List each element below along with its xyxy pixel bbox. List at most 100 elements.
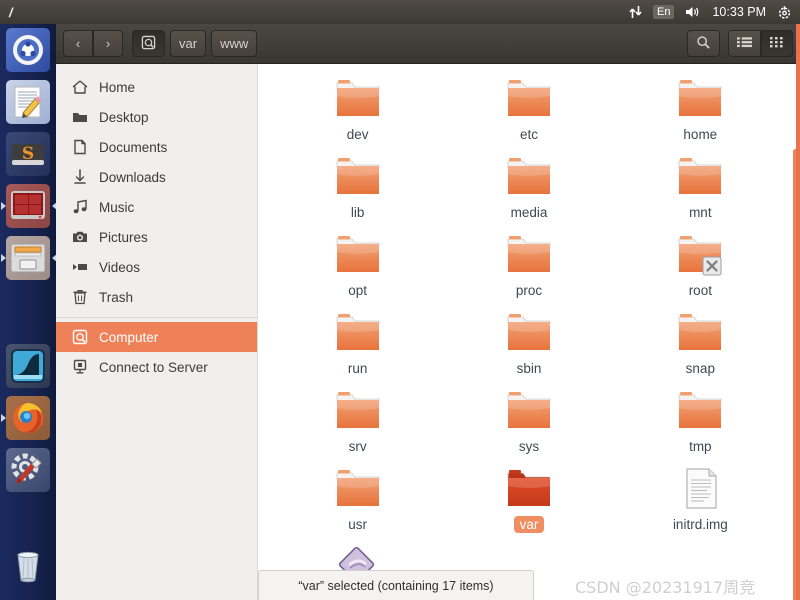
- file-item[interactable]: initrd.img: [615, 462, 786, 533]
- view-toggle-group: [728, 30, 793, 57]
- panel-indicators: En 10:33 PM: [629, 5, 800, 20]
- file-grid: dev etc home lib media mnt opt proc root…: [258, 64, 800, 596]
- launcher-item-text-editor[interactable]: [6, 80, 50, 124]
- grid-view-icon: [770, 36, 784, 51]
- keyboard-layout-indicator[interactable]: En: [653, 5, 675, 19]
- file-label: dev: [346, 127, 369, 142]
- file-label: sbin: [516, 361, 542, 376]
- file-item[interactable]: run: [272, 306, 443, 377]
- search-button[interactable]: [687, 30, 720, 57]
- folder-icon: [505, 466, 553, 511]
- sidebar-item-desktop[interactable]: Desktop: [56, 102, 257, 132]
- top-panel: / En 10:33 PM: [0, 0, 800, 24]
- network-updown-icon[interactable]: [629, 5, 642, 19]
- file-item[interactable]: snap: [615, 306, 786, 377]
- file-item[interactable]: proc: [443, 228, 614, 299]
- launcher-item-ubuntu-dash[interactable]: [6, 28, 50, 72]
- folder-icon: [505, 310, 553, 355]
- server-icon: [71, 359, 88, 376]
- file-label: media: [510, 205, 548, 220]
- list-view-icon: [737, 36, 752, 51]
- sidebar-item-label: Pictures: [99, 229, 148, 245]
- file-item[interactable]: srv: [272, 384, 443, 455]
- breadcrumb-www-button[interactable]: www: [211, 30, 258, 57]
- folder-icon: [334, 76, 382, 121]
- file-item[interactable]: sys: [443, 384, 614, 455]
- launcher-item-file-manager[interactable]: [6, 236, 50, 280]
- file-item[interactable]: sbin: [443, 306, 614, 377]
- sidebar-item-label: Music: [99, 199, 135, 215]
- launcher-item-sublime-text[interactable]: S: [6, 132, 50, 176]
- watermark: CSDN @20231917周竞: [575, 578, 756, 597]
- breadcrumb-var-button[interactable]: var: [170, 30, 207, 57]
- status-bar: “var” selected (containing 17 items): [258, 570, 534, 600]
- file-item[interactable]: mnt: [615, 150, 786, 221]
- folder-icon: [334, 154, 382, 199]
- panel-title: /: [9, 4, 14, 20]
- sidebar-item-trash[interactable]: Trash: [56, 282, 257, 312]
- status-text: “var” selected (containing 17 items): [298, 578, 494, 593]
- folder-icon: [676, 232, 724, 277]
- launcher-item-terminal-app[interactable]: [6, 184, 50, 228]
- file-manager-toolbar: ‹ › var www: [56, 24, 800, 64]
- file-item[interactable]: usr: [272, 462, 443, 533]
- folder-icon: [676, 76, 724, 121]
- launcher-item-system-settings[interactable]: [6, 448, 50, 492]
- launcher-item-wireshark[interactable]: [6, 344, 50, 388]
- sidebar-item-music[interactable]: Music: [56, 192, 257, 222]
- folder-icon: [334, 466, 382, 511]
- download-icon: [71, 169, 88, 186]
- file-list-view[interactable]: dev etc home lib media mnt opt proc root…: [258, 64, 800, 600]
- list-view-button[interactable]: [728, 30, 761, 57]
- file-label: proc: [515, 283, 543, 298]
- document-icon: [676, 466, 724, 511]
- breadcrumb-computer-button[interactable]: [132, 30, 165, 57]
- sidebar-item-label: Trash: [99, 289, 134, 305]
- folder-icon: [334, 310, 382, 355]
- file-item[interactable]: var: [443, 462, 614, 533]
- folder-icon: [334, 232, 382, 277]
- computer-icon: [71, 329, 88, 346]
- file-item[interactable]: media: [443, 150, 614, 221]
- forward-button[interactable]: ›: [93, 30, 123, 57]
- file-item[interactable]: opt: [272, 228, 443, 299]
- gear-icon[interactable]: [777, 5, 792, 20]
- file-item[interactable]: etc: [443, 72, 614, 143]
- back-button[interactable]: ‹: [63, 30, 93, 57]
- sidebar-item-downloads[interactable]: Downloads: [56, 162, 257, 192]
- sidebar-item-label: Downloads: [99, 169, 166, 185]
- folder-icon: [676, 310, 724, 355]
- document-icon: [71, 139, 88, 156]
- file-item[interactable]: tmp: [615, 384, 786, 455]
- sidebar-item-videos[interactable]: Videos: [56, 252, 257, 282]
- video-icon: [71, 259, 88, 276]
- file-label: lib: [350, 205, 365, 220]
- file-label: mnt: [689, 205, 712, 220]
- sidebar-item-documents[interactable]: Documents: [56, 132, 257, 162]
- file-label: etc: [519, 127, 538, 142]
- clock[interactable]: 10:33 PM: [712, 5, 766, 19]
- file-item[interactable]: home: [615, 72, 786, 143]
- home-icon: [71, 79, 88, 96]
- file-item[interactable]: root: [615, 228, 786, 299]
- sidebar-item-label: Documents: [99, 139, 168, 155]
- desktop-icon: [71, 109, 88, 126]
- navigation-buttons: ‹ ›: [63, 30, 123, 57]
- sidebar-item-connect-to-server[interactable]: Connect to Server: [56, 352, 257, 382]
- file-manager-window: ‹ › var www Home Desktop Documents Downl…: [56, 24, 800, 600]
- grid-view-button[interactable]: [761, 30, 793, 57]
- breadcrumb-label: www: [220, 36, 249, 51]
- camera-icon: [71, 229, 88, 246]
- file-item[interactable]: lib: [272, 150, 443, 221]
- folder-icon: [676, 388, 724, 433]
- sidebar-item-computer[interactable]: Computer: [56, 322, 257, 352]
- folder-icon: [505, 76, 553, 121]
- volume-icon[interactable]: [685, 5, 701, 19]
- folder-icon: [676, 154, 724, 199]
- sidebar-item-home[interactable]: Home: [56, 72, 257, 102]
- sidebar-item-pictures[interactable]: Pictures: [56, 222, 257, 252]
- file-item[interactable]: dev: [272, 72, 443, 143]
- launcher-item-firefox[interactable]: [6, 396, 50, 440]
- toolbar-right-group: [687, 30, 793, 57]
- launcher-item-trash[interactable]: [6, 544, 50, 588]
